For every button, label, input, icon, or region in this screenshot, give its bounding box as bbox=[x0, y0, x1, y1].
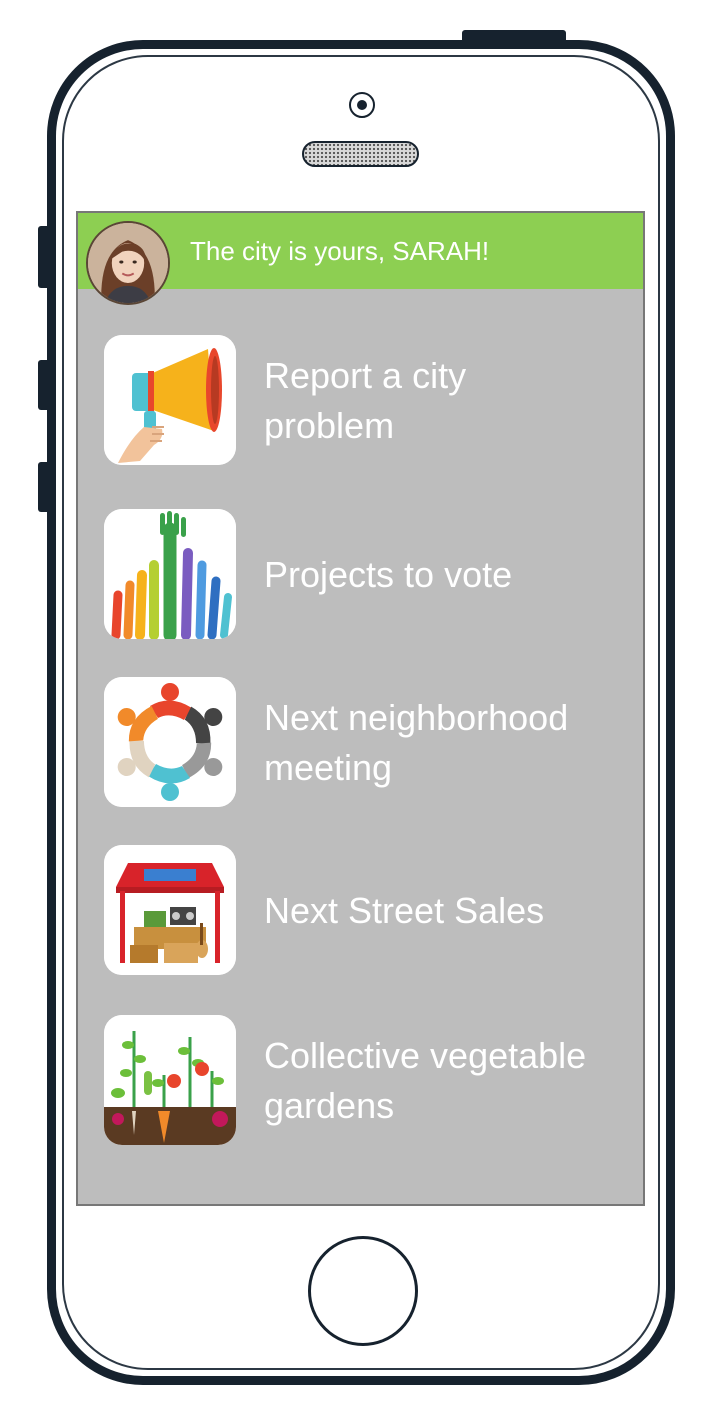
menu-label: Collective vegetable gardens bbox=[264, 1035, 587, 1126]
community-circle-icon bbox=[104, 677, 236, 807]
menu-label: Next Street Sales bbox=[264, 890, 545, 931]
menu-item-neighborhood-meeting[interactable]: Next neighborhood meeting bbox=[104, 677, 634, 809]
menu-item-street-sales[interactable]: Next Street Sales bbox=[104, 845, 634, 977]
market-stall-icon bbox=[104, 845, 236, 975]
menu-label: Projects to vote bbox=[264, 554, 513, 595]
speaker-grille bbox=[302, 141, 419, 167]
power-button bbox=[462, 30, 566, 44]
volume-up-button bbox=[38, 360, 50, 410]
user-avatar-icon bbox=[88, 223, 168, 303]
vegetable-garden-icon bbox=[104, 1015, 236, 1145]
menu-label: Next neighborhood meeting bbox=[264, 697, 569, 788]
mute-switch bbox=[38, 226, 50, 288]
menu-item-report-problem[interactable]: Report a city problem bbox=[104, 335, 634, 467]
home-button[interactable] bbox=[308, 1236, 418, 1346]
header-greeting: The city is yours, SARAH! bbox=[190, 236, 490, 266]
front-camera-icon bbox=[349, 92, 375, 118]
menu-item-projects-vote[interactable]: Projects to vote bbox=[104, 509, 634, 641]
volume-down-button bbox=[38, 462, 50, 512]
raised-hands-icon bbox=[104, 509, 236, 639]
user-avatar[interactable] bbox=[86, 221, 170, 305]
menu-item-vegetable-gardens[interactable]: Collective vegetable gardens bbox=[104, 1015, 634, 1147]
app-screen: The city is yours, SARAH! Report a city … bbox=[76, 211, 645, 1206]
megaphone-icon bbox=[104, 335, 236, 465]
menu-label: Report a city problem bbox=[264, 355, 467, 446]
